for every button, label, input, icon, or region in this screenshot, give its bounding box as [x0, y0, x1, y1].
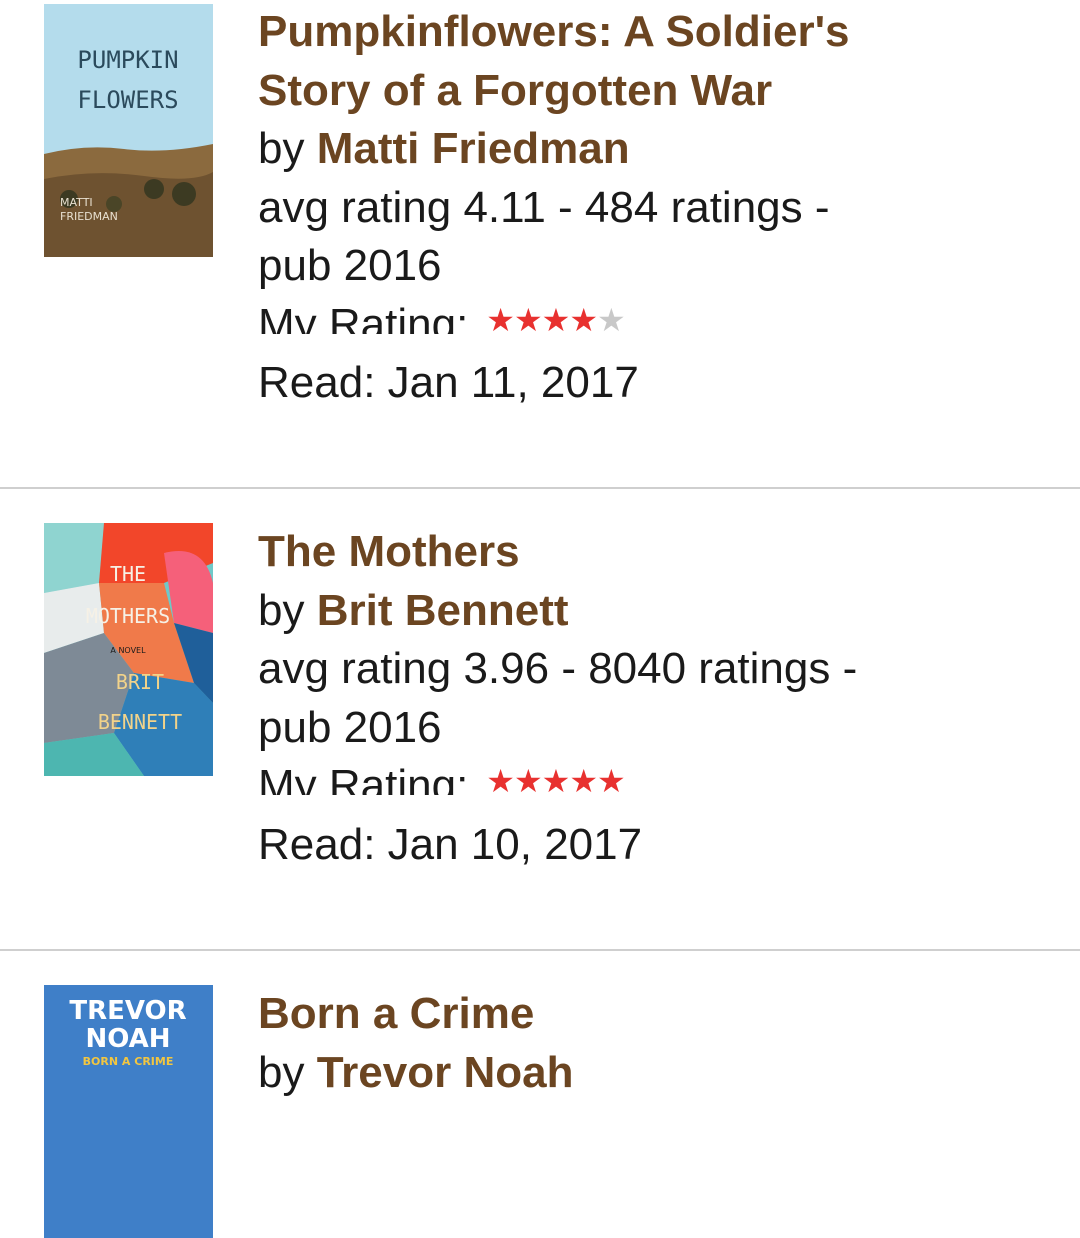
book-item[interactable]: THE MOTHERS A NOVEL BRIT BENNETT The Mot… [0, 489, 1080, 950]
book-cover[interactable]: THE MOTHERS A NOVEL BRIT BENNETT [44, 523, 213, 776]
book-info: Pumpkinflowers: A Soldier's Story of a F… [258, 3, 1040, 413]
author-line: by Matti Friedman [258, 120, 1040, 179]
cover-title-line2: MOTHERS [86, 604, 170, 628]
cover-author-line1: BRIT [116, 670, 164, 694]
author-line: by Brit Bennett [258, 582, 1040, 641]
avg-rating-line1: avg rating 4.11 - 484 ratings - [258, 182, 830, 232]
book-item[interactable]: TREVOR NOAH BORN A CRIME Born a Crime by… [0, 951, 1080, 1238]
author-link[interactable]: Matti Friedman [317, 124, 630, 173]
rating-stars[interactable]: ★★★★★ [486, 300, 626, 340]
read-date: Read: Jan 11, 2017 [258, 358, 639, 407]
cover-author-line1: MATTI [60, 196, 93, 209]
by-label: by [258, 1047, 305, 1097]
avg-rating-line1: avg rating 3.96 - 8040 ratings - [258, 644, 858, 693]
star-filled-icon[interactable]: ★ [514, 302, 543, 338]
cover-subtitle: A NOVEL [110, 646, 146, 655]
star-filled-icon[interactable]: ★ [514, 763, 543, 799]
cover-title-line1: PUMPKIN [77, 46, 178, 74]
book-item[interactable]: PUMPKIN FLOWERS MATTI FRIEDMAN Pumpkinfl… [0, 0, 1080, 488]
cover-author-line2: BENNETT [98, 710, 182, 734]
cover-title-line2: NOAH [85, 1024, 170, 1054]
rating-stars[interactable]: ★★★★★ [486, 761, 626, 801]
my-rating-label: My Rating: [258, 761, 469, 795]
pub-year: pub 2016 [258, 702, 442, 752]
read-date: Read: Jan 10, 2017 [258, 819, 643, 869]
cover-title-line2: FLOWERS [77, 86, 178, 114]
author-link[interactable]: Trevor Noah [317, 1048, 574, 1097]
book-title-link[interactable]: Born a Crime [258, 985, 1040, 1044]
my-rating: My Rating: ★★★★★ [258, 757, 1040, 816]
cover-title-line1: TREVOR [69, 996, 186, 1026]
star-filled-icon[interactable]: ★ [597, 763, 626, 799]
book-title-line2[interactable]: Story of a Forgotten War [258, 66, 772, 115]
book-info: The Mothers by Brit Bennett avg rating 3… [258, 523, 1040, 874]
star-empty-icon[interactable]: ★ [597, 302, 626, 338]
book-info: Born a Crime by Trevor Noah [258, 985, 1040, 1102]
book-cover[interactable]: TREVOR NOAH BORN A CRIME [44, 985, 213, 1238]
cover-title-line1: THE [110, 562, 146, 586]
star-filled-icon[interactable]: ★ [542, 302, 571, 338]
book-title-line1[interactable]: Pumpkinflowers: A Soldier's [258, 7, 850, 56]
star-filled-icon[interactable]: ★ [486, 763, 515, 799]
star-filled-icon[interactable]: ★ [569, 302, 598, 338]
star-filled-icon[interactable]: ★ [569, 763, 598, 799]
author-link[interactable]: Brit Bennett [317, 586, 569, 635]
author-line: by Trevor Noah [258, 1044, 1040, 1103]
cover-subtitle: BORN A CRIME [83, 1055, 174, 1068]
my-rating: My Rating: ★★★★★ [258, 296, 1040, 355]
book-cover[interactable]: PUMPKIN FLOWERS MATTI FRIEDMAN [44, 4, 213, 257]
book-title-link[interactable]: The Mothers [258, 523, 1040, 582]
star-filled-icon[interactable]: ★ [542, 763, 571, 799]
star-filled-icon[interactable]: ★ [486, 302, 515, 338]
by-label: by [258, 124, 305, 173]
book-title-link[interactable]: Pumpkinflowers: A Soldier's Story of a F… [258, 3, 1040, 120]
cover-author-line2: FRIEDMAN [60, 210, 118, 223]
pub-year: pub 2016 [258, 241, 442, 290]
by-label: by [258, 585, 305, 635]
my-rating-label: My Rating: [258, 299, 469, 334]
